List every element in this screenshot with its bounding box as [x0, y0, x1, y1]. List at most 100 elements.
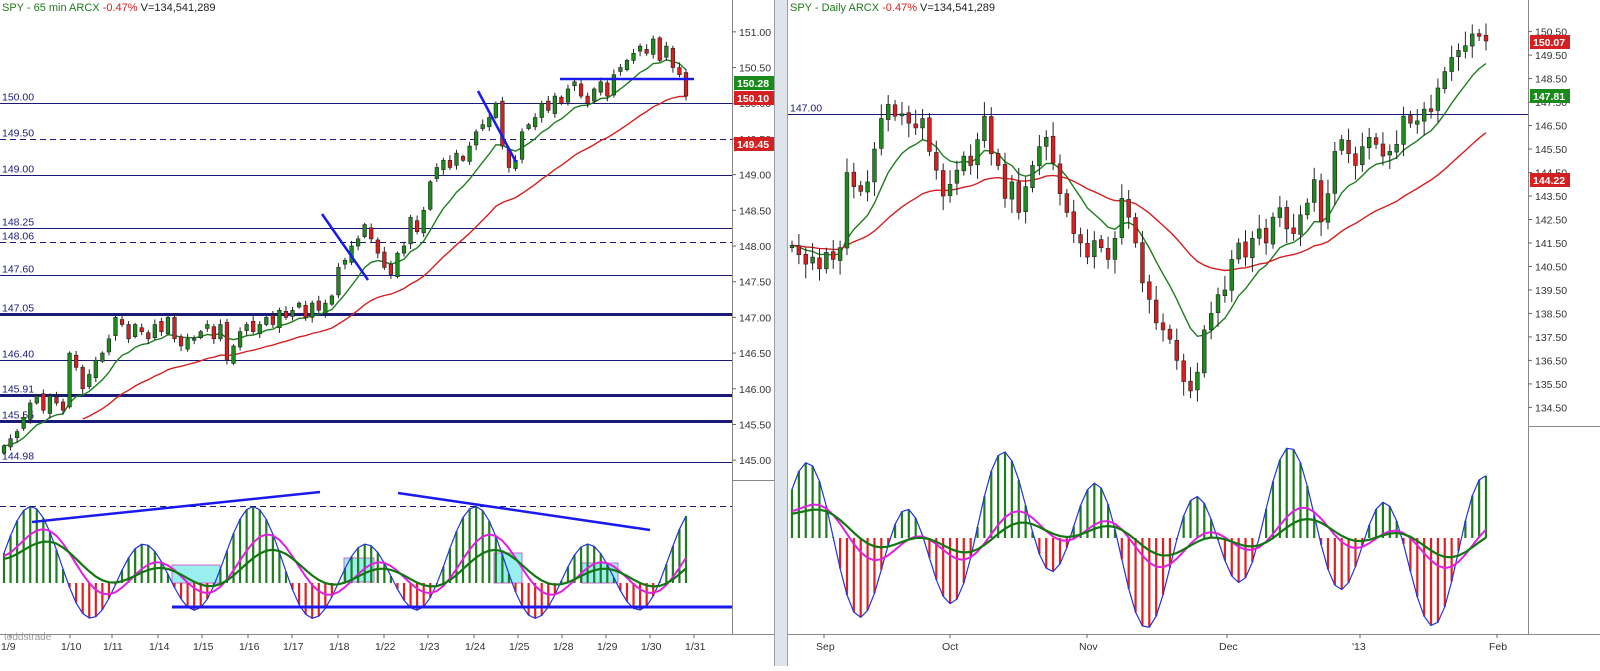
right-candle [1147, 281, 1152, 300]
left-candle [237, 331, 243, 348]
left-candle [533, 117, 538, 128]
left-y-tick-label: 151.00 [739, 27, 771, 39]
right-price-badge-label: 150.07 [1533, 37, 1565, 49]
left-candle [474, 131, 479, 146]
left-candle [618, 67, 623, 72]
left-candle [296, 302, 302, 308]
left-candle [329, 295, 334, 305]
left-candle [598, 81, 603, 93]
right-candle [879, 118, 884, 149]
right-candle [851, 171, 857, 187]
right-candle [803, 254, 808, 265]
left-header-part: ARCX [67, 2, 103, 14]
left-candle [559, 96, 564, 104]
right-y-tick-label: 134.50 [1535, 402, 1567, 414]
left-candle [74, 354, 79, 368]
right-candle [1202, 329, 1207, 374]
right-candle [1099, 239, 1104, 248]
left-candle [467, 145, 472, 162]
right-candle [906, 112, 912, 124]
right-candle [858, 185, 863, 192]
right-candle [1229, 259, 1234, 291]
left-candle [172, 317, 177, 340]
right-candle [1057, 163, 1063, 194]
right-candle [1105, 248, 1111, 260]
left-y-tick-label: 145.50 [739, 419, 771, 431]
left-x-label: 1/16 [239, 641, 260, 653]
left-candle [447, 160, 453, 168]
right-candle [886, 104, 891, 120]
left-candle [401, 245, 407, 254]
left-level-label: 150.00 [2, 92, 34, 104]
left-y-tick-label: 148.00 [739, 241, 771, 253]
right-candle [995, 153, 1001, 166]
left-y-tick-label: 147.00 [739, 312, 771, 324]
right-candle [1153, 299, 1159, 324]
left-y-tick-label: 148.50 [739, 205, 771, 217]
right-candle [1387, 151, 1392, 156]
left-candle [139, 327, 144, 332]
left-level-label: 147.05 [2, 303, 34, 315]
left-candle [205, 324, 210, 329]
right-candle [1044, 137, 1049, 147]
right-candle [831, 251, 836, 260]
left-candle [552, 95, 557, 114]
right-candle [1119, 198, 1125, 238]
left-candle [493, 102, 498, 118]
right-candle [1360, 146, 1365, 166]
left-price-badge-label: 150.10 [737, 93, 769, 105]
right-candle [1009, 181, 1015, 200]
right-x-label: Feb [1489, 641, 1507, 653]
right-candle [892, 104, 898, 117]
right-header-part: -0.47% [882, 2, 920, 14]
right-candle [1016, 181, 1021, 213]
left-candle [565, 88, 571, 103]
left-price-badge-label: 150.28 [737, 78, 769, 90]
right-candle [1092, 240, 1097, 258]
left-candle [303, 304, 308, 318]
right-candle [1126, 199, 1131, 218]
left-x-label: 1/25 [509, 641, 530, 653]
left-candle [113, 317, 118, 336]
left-x-label: 1/24 [465, 641, 486, 653]
right-candle [1188, 380, 1193, 392]
right-candle [1195, 371, 1200, 391]
right-candle [837, 247, 843, 261]
right-candle [1476, 33, 1482, 37]
right-candle [947, 183, 953, 196]
right-header-part: V=134,541,289 [920, 2, 995, 14]
right-candle [934, 152, 939, 171]
left-x-label: 1/14 [149, 641, 170, 653]
left-candle [585, 95, 590, 104]
left-y-tick-label: 145.00 [739, 455, 771, 467]
right-candle [1257, 228, 1262, 239]
left-candle [47, 395, 53, 414]
right-candle [1078, 234, 1083, 244]
right-candle [1270, 216, 1276, 245]
left-candle [683, 72, 689, 97]
left-candle [178, 336, 184, 347]
left-candle [28, 402, 33, 420]
right-y-tick-label: 140.50 [1535, 261, 1567, 273]
left-candle [67, 352, 72, 408]
left-candle [15, 431, 20, 438]
right-candle [1140, 242, 1145, 284]
left-candle [152, 324, 157, 339]
right-x-label: '13 [1352, 641, 1366, 653]
left-candle [218, 324, 223, 340]
right-y-tick-label: 136.50 [1535, 355, 1567, 367]
right-candle [844, 172, 850, 249]
right-candle [1421, 108, 1427, 122]
left-header-part: SPY - 65 min [2, 2, 67, 14]
right-candle [1291, 227, 1296, 234]
left-candle [395, 252, 400, 277]
left-candle [21, 417, 26, 429]
left-candle [54, 396, 59, 404]
right-candle [1449, 57, 1454, 72]
right-candle [1243, 241, 1248, 258]
left-candle [519, 131, 525, 160]
right-candle [1415, 120, 1420, 125]
left-candle [342, 259, 348, 265]
right-candle [1222, 289, 1228, 297]
right-candle [1373, 137, 1379, 145]
